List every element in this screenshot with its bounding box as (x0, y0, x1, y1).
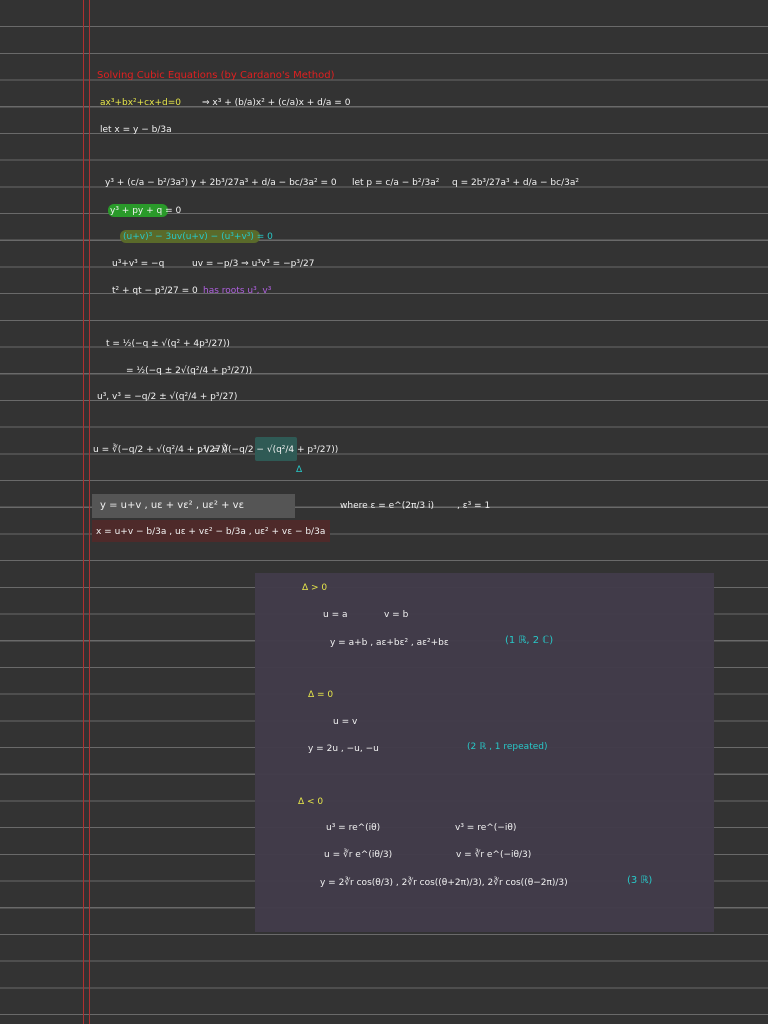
page-title: Solving Cubic Equations (by Cardano's Me… (97, 70, 335, 81)
p-definition: let p = c/a − b²/3a² (352, 178, 440, 188)
x-roots: x = u+v − b/3a , uε + vε² − b/3a , uε² +… (96, 527, 326, 537)
margin-line (89, 0, 90, 1024)
case-neg-v3: v³ = re^(−iθ) (455, 823, 517, 833)
case-zero-note: (2 ℝ , 1 repeated) (467, 742, 548, 752)
case-neg-roots: y = 2∛r cos(θ/3) , 2∛r cos((θ+2π)/3), 2∛… (320, 878, 568, 888)
case-neg-note: (3 ℝ) (627, 875, 653, 886)
case-pos-u: u = a (323, 610, 348, 620)
case-pos-heading: Δ > 0 (302, 583, 328, 593)
identity: (u+v)³ − 3uv(u+v) − (u³+v³) = 0 (123, 232, 273, 242)
q-definition: q = 2b³/27a³ + d/a − bc/3a² (452, 178, 579, 188)
case-pos-note: (1 ℝ, 2 ℂ) (505, 635, 554, 646)
delta-label: Δ (296, 465, 303, 475)
uv-product: uv = −p/3 ⇒ u³v³ = −p³/27 (192, 259, 315, 269)
case-zero-uv: u = v (333, 717, 358, 727)
case-zero-roots: y = 2u , −u, −u (308, 744, 379, 754)
case-pos-roots: y = a+b , aε+bε² , aε²+bε (330, 638, 449, 648)
case-neg-u: u = ∛r e^(iθ/3) (324, 850, 393, 860)
roots-note: has roots u³, v³ (203, 286, 272, 296)
v-formula: , v = ∛(−q/2 − √(q²/4 + p³/27)) (198, 445, 339, 455)
t-formula-2: = ½(−q ± 2√(q²/4 + p³/27)) (126, 366, 253, 376)
case-pos-v: v = b (384, 610, 409, 620)
general-equation: ax³+bx²+cx+d=0 (100, 98, 181, 108)
case-neg-v: v = ∛r e^(−iθ/3) (456, 850, 532, 860)
u3-v3-formula: u³, v³ = −q/2 ± √(q²/4 + p³/27) (97, 392, 238, 402)
epsilon-definition: where ε = e^(2π/3 i) (340, 501, 434, 511)
sum-of-cubes: u³+v³ = −q (112, 259, 165, 269)
case-zero-heading: Δ = 0 (308, 690, 334, 700)
depressed-full: y³ + (c/a − b²/3a²) y + 2b³/27a³ + d/a −… (105, 178, 337, 188)
depressed-cubic: y³ + py + q = 0 (110, 206, 182, 216)
t-formula: t = ½(−q ± √(q² + 4p³/27)) (106, 339, 230, 349)
substitution: let x = y − b/3a (100, 125, 172, 135)
quadratic: t² + qt − p³/27 = 0 (112, 286, 198, 296)
epsilon-cube: , ε³ = 1 (457, 501, 491, 511)
case-neg-heading: Δ < 0 (298, 797, 324, 807)
case-neg-u3: u³ = re^(iθ) (326, 823, 381, 833)
y-roots: y = u+v , uε + vε² , uε² + vε (100, 500, 244, 511)
normalized-equation: ⇒ x³ + (b/a)x² + (c/a)x + d/a = 0 (202, 98, 351, 108)
margin-line (83, 0, 84, 1024)
